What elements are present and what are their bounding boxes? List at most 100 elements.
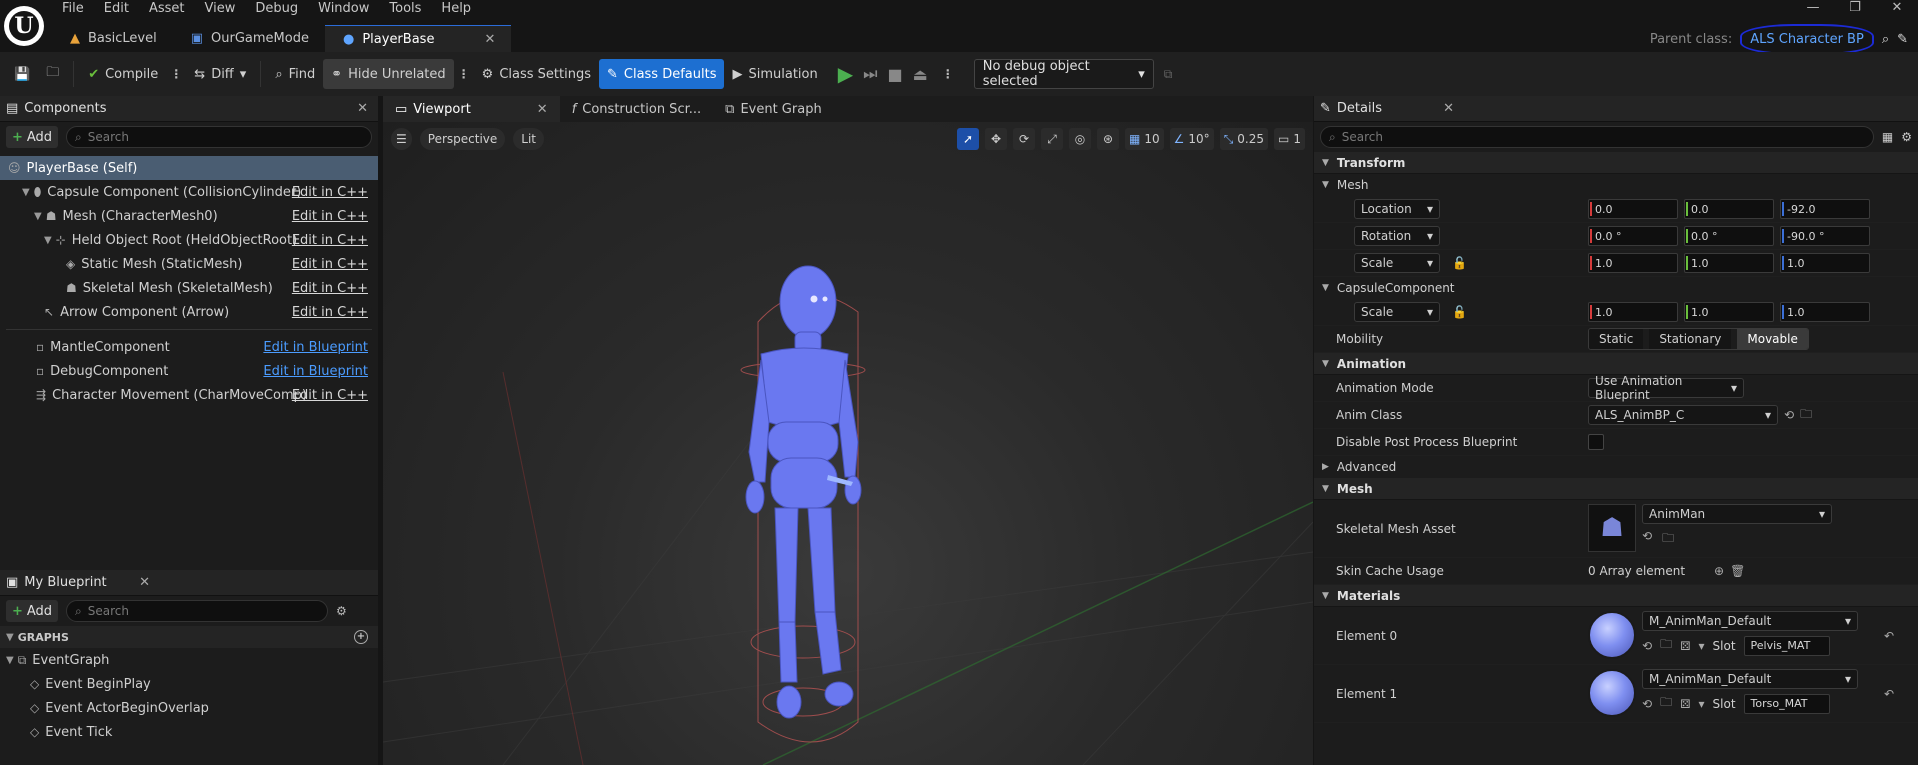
tab-construction-script[interactable]: f Construction Scr... [560,96,713,122]
material-options-icon[interactable]: ⚄ [1680,697,1690,711]
world-local-icon[interactable]: ◎ [1069,128,1092,150]
scale-z-field[interactable]: 1.0 [1780,302,1870,322]
tab-event-graph[interactable]: ⧉ Event Graph [713,96,834,122]
anim-mode-dropdown[interactable]: Use Animation Blueprint ▾ [1588,374,1744,402]
expand-arrow-icon[interactable]: ▼ [44,235,52,246]
graph-item-eventgraph[interactable]: ▼ ⧉ EventGraph [0,648,378,672]
expand-arrow-icon[interactable]: ▼ [34,211,42,222]
gear-icon[interactable]: ⚙ [336,604,347,618]
hide-unrelated-button[interactable]: ⚭ Hide Unrelated [323,59,454,89]
browse-search-icon[interactable]: ⌕ [1882,32,1889,47]
scale-y-field[interactable]: 1.0 [1684,253,1774,273]
menu-window[interactable]: Window [308,0,379,20]
use-selected-icon[interactable]: ⟲ [1642,529,1652,550]
subcategory-advanced[interactable]: ▶ Advanced [1314,456,1918,478]
rotation-snap-button[interactable]: ∠ 10° [1169,128,1214,150]
class-settings-button[interactable]: ⚙ Class Settings [474,59,599,89]
menu-help[interactable]: Help [431,0,481,20]
edit-in-blueprint-link[interactable]: Edit in Blueprint [263,364,368,379]
location-x-field[interactable]: 0.0 [1588,199,1678,219]
material-dropdown[interactable]: M_AnimMan_Default ▾ [1642,669,1858,689]
scale-x-field[interactable]: 1.0 [1588,302,1678,322]
material-thumbnail[interactable] [1588,669,1636,717]
perspective-button[interactable]: Perspective [419,128,506,150]
edit-in-cpp-link[interactable]: Edit in C++ [292,209,368,224]
edit-pencil-icon[interactable]: ✎ [1897,32,1908,47]
edit-in-cpp-link[interactable]: Edit in C++ [292,185,368,200]
eject-icon[interactable]: ⏏ [913,65,928,84]
slot-name-field[interactable]: Pelvis_MAT [1743,635,1830,656]
parent-class-link[interactable]: ALS Character BP [1740,24,1874,55]
edit-in-blueprint-link[interactable]: Edit in Blueprint [263,340,368,355]
anim-class-dropdown[interactable]: ALS_AnimBP_C ▾ [1588,405,1778,425]
grid-snap-button[interactable]: ▦ 10 [1125,128,1164,150]
mobility-stationary[interactable]: Stationary [1649,329,1732,349]
components-search-input[interactable]: ⌕ Search [66,126,372,148]
use-selected-icon[interactable]: ⟲ [1642,639,1652,653]
component-item-mantle[interactable]: ▫ MantleComponent Edit in Blueprint [0,335,378,359]
menu-view[interactable]: View [195,0,246,20]
graphs-section-header[interactable]: ▼ GRAPHS + [0,626,378,648]
viewport-scene[interactable]: ☰ Perspective Lit ➚ ✥ ⟳ ⤢ ◎ ⊛ ▦ 10 ∠ 10° ⤡… [383,122,1313,765]
camera-speed-button[interactable]: ▭ 1 [1274,128,1305,150]
edit-in-cpp-link[interactable]: Edit in C++ [292,281,368,296]
viewport-options-button[interactable]: ☰ [391,128,412,150]
find-button[interactable]: ⌕ Find [267,59,323,89]
component-item-self[interactable]: ☺ PlayerBase (Self) [0,156,378,180]
close-panel-icon[interactable]: ✕ [1443,101,1454,116]
close-tab-icon[interactable]: ✕ [484,32,495,52]
scale-y-field[interactable]: 1.0 [1684,302,1774,322]
edit-in-cpp-link[interactable]: Edit in C++ [292,388,368,403]
play-icon[interactable]: ▶ [838,62,853,86]
add-component-button[interactable]: + Add [6,126,58,148]
unreal-logo-icon[interactable]: U [4,6,44,46]
table-view-icon[interactable]: ▦ [1882,130,1893,144]
browse-icon[interactable]: 🗀 [1660,635,1672,656]
component-item-mesh[interactable]: ▼ ☗ Mesh (CharacterMesh0) Edit in C++ [0,204,378,228]
add-member-button[interactable]: + Add [6,600,58,622]
location-y-field[interactable]: 0.0 [1684,199,1774,219]
material-thumbnail[interactable] [1588,611,1636,659]
component-item-held-object-root[interactable]: ▼ ⊹ Held Object Root (HeldObjectRoot) Ed… [0,228,378,252]
rotate-icon[interactable]: ⟳ [1013,128,1036,150]
compile-button[interactable]: ✔ Compile [80,59,166,89]
reset-icon[interactable]: ↶ [1884,629,1894,643]
debug-object-select[interactable]: No debug object selected ▾ [973,59,1154,89]
category-transform[interactable]: ▼ Transform [1314,152,1918,174]
slot-name-field[interactable]: Torso_MAT [1743,693,1830,714]
restore-icon[interactable]: ❐ [1834,0,1876,20]
surface-snap-icon[interactable]: ⊛ [1097,128,1120,150]
subcategory-capsule[interactable]: ▼ CapsuleComponent [1314,277,1918,299]
menu-file[interactable]: File [52,0,94,20]
mesh-dropdown[interactable]: AnimMan ▾ [1642,504,1832,524]
add-graph-icon[interactable]: + [354,630,368,644]
menu-tools[interactable]: Tools [379,0,431,20]
tab-ourgamemode[interactable]: ▣ OurGameMode [173,25,325,52]
expand-arrow-icon[interactable]: ▼ [22,187,30,198]
rotation-dropdown[interactable]: Rotation ▾ [1354,226,1440,246]
lock-icon[interactable]: 🔓 [1452,305,1467,319]
event-item[interactable]: ◇ Event ActorBeginOverlap [0,696,378,720]
use-selected-icon[interactable]: ⟲ [1642,697,1652,711]
my-blueprint-search-input[interactable]: ⌕ Search [66,600,328,622]
menu-debug[interactable]: Debug [245,0,308,20]
menu-edit[interactable]: Edit [94,0,139,20]
step-icon[interactable]: ⏭ [863,64,877,84]
edit-in-cpp-link[interactable]: Edit in C++ [292,257,368,272]
minimize-icon[interactable]: — [1792,0,1834,20]
material-dropdown[interactable]: M_AnimMan_Default ▾ [1642,611,1858,631]
browse-button[interactable]: 🗀 [38,59,67,89]
scale-x-field[interactable]: 1.0 [1588,253,1678,273]
simulation-button[interactable]: ▶ Simulation [724,59,825,89]
use-selected-icon[interactable]: ⟲ [1784,408,1794,422]
play-options-icon[interactable]: ⋮ [938,67,958,81]
menu-asset[interactable]: Asset [139,0,195,20]
close-panel-icon[interactable]: ✕ [357,101,368,116]
select-mode-icon[interactable]: ➚ [957,128,980,150]
details-search-input[interactable]: ⌕ Search [1320,126,1874,148]
mobility-movable[interactable]: Movable [1737,329,1808,349]
location-dropdown[interactable]: Location ▾ [1354,199,1440,219]
browse-icon[interactable]: 🗀 [1800,405,1812,426]
category-animation[interactable]: ▼ Animation [1314,353,1918,375]
rotation-y-field[interactable]: 0.0 ° [1684,226,1774,246]
